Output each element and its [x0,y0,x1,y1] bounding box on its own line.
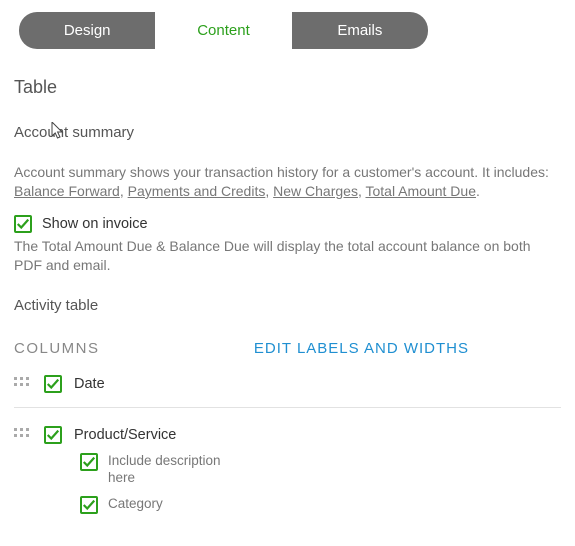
show-on-invoice-row: Show on invoice [14,215,561,233]
drag-handle-icon[interactable] [14,428,32,442]
divider [14,407,561,408]
check-icon [16,217,30,231]
account-summary-heading-text: Account summary [14,124,134,141]
check-icon [82,455,96,469]
sub-category-row: Category [80,495,561,514]
product-service-label: Product/Service [74,427,176,443]
edit-labels-widths-link[interactable]: EDIT LABELS AND WIDTHS [254,340,469,357]
check-icon [82,498,96,512]
link-balance-forward[interactable]: Balance Forward [14,183,120,199]
check-icon [46,428,60,442]
columns-header-row: COLUMNS EDIT LABELS AND WIDTHS [14,340,561,357]
tab-emails[interactable]: Emails [292,12,428,49]
product-service-checkbox[interactable] [44,426,62,444]
drag-handle-icon[interactable] [14,377,32,391]
show-on-invoice-label: Show on invoice [42,216,148,232]
account-summary-description: Account summary shows your transaction h… [14,163,561,201]
show-on-invoice-checkbox[interactable] [14,215,32,233]
tab-content[interactable]: Content [155,12,291,49]
desc-text: Account summary shows your transaction h… [14,164,549,180]
section-title-table: Table [14,77,561,98]
sub-include-description-row: Include description here [80,452,561,487]
date-label: Date [74,376,105,392]
date-checkbox[interactable] [44,375,62,393]
link-payments-credits[interactable]: Payments and Credits [128,183,266,199]
category-checkbox[interactable] [80,496,98,514]
account-summary-heading: Account summary [14,124,561,141]
link-new-charges[interactable]: New Charges [273,183,358,199]
include-description-checkbox[interactable] [80,453,98,471]
tabs-nav: Design Content Emails [19,12,428,49]
tab-design[interactable]: Design [19,12,155,49]
check-icon [46,377,60,391]
activity-table-heading: Activity table [14,297,561,314]
show-on-invoice-help: The Total Amount Due & Balance Due will … [14,237,561,275]
category-label: Category [108,495,163,513]
columns-heading: COLUMNS [14,340,100,357]
link-total-amount-due[interactable]: Total Amount Due [365,183,476,199]
column-item-date: Date [14,375,561,393]
include-description-label: Include description here [108,452,248,487]
column-item-product-service: Product/Service [14,426,561,444]
